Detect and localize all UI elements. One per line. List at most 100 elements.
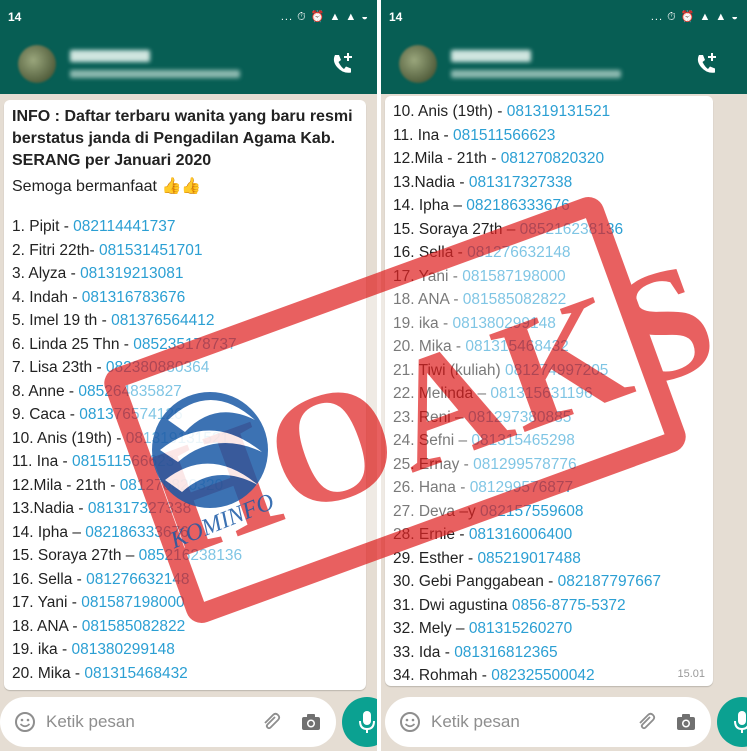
mic-icon: [359, 711, 375, 733]
contact-info[interactable]: [70, 50, 240, 78]
entry-name: 23. Reni –: [393, 408, 468, 426]
phone-number-link[interactable]: 085219017488: [477, 550, 580, 567]
phone-number-link[interactable]: 081276632148: [86, 571, 189, 588]
list-item: 32. Mely – 081315260270: [393, 617, 705, 641]
phone-number-link[interactable]: 085235178737: [133, 336, 236, 353]
mic-button[interactable]: [717, 697, 747, 747]
phone-number-link[interactable]: 081380299148: [452, 315, 555, 332]
phone-number-link[interactable]: 081317327338: [88, 500, 191, 517]
phone-number-link[interactable]: 081270820320: [120, 477, 223, 494]
message-bubble[interactable]: 10. Anis (19th) - 081319131521 11. Ina - …: [385, 96, 713, 686]
contact-avatar[interactable]: [399, 45, 437, 83]
phone-number-link[interactable]: 081585082822: [463, 291, 566, 308]
phone-number-link[interactable]: 081319131521: [507, 103, 610, 120]
status-bar: 14 ... ⏱ ⏰ ▲ ▲ ◒: [0, 0, 377, 34]
phone-number-link[interactable]: 081376564412: [111, 312, 214, 329]
entry-name: 11. Ina -: [393, 126, 454, 144]
phone-number-link[interactable]: 082114441737: [73, 218, 175, 235]
phone-number-link[interactable]: 081315260270: [469, 620, 572, 637]
list-item: 28. Ernie - 081316006400: [393, 523, 705, 547]
phone-number-link[interactable]: 081316812365: [454, 644, 557, 661]
emoji-icon[interactable]: [399, 711, 421, 733]
message-input-bar[interactable]: Ketik pesan: [0, 697, 336, 747]
phone-number-link[interactable]: 081315631196: [490, 385, 592, 402]
phone-number-link[interactable]: 081587198000: [462, 268, 565, 285]
phone-number-link[interactable]: 081531451701: [99, 242, 202, 259]
list-item: 11. Ina - 081511566623: [12, 450, 358, 474]
entry-name: 34. Rohmah -: [393, 667, 492, 684]
status-time: 14: [389, 10, 403, 24]
add-call-icon[interactable]: [693, 51, 719, 77]
thumbs-up-icon: 👍👍: [161, 178, 202, 195]
phone-number-link[interactable]: 085216238136: [520, 221, 623, 238]
phone-number-link[interactable]: 082186333676: [85, 524, 188, 541]
phone-number-link[interactable]: 081276632148: [467, 244, 570, 261]
list-item: 30. Gebi Panggabean - 082187797667: [393, 570, 705, 594]
phone-number-link[interactable]: 081587198000: [81, 594, 184, 611]
entry-name: 18. ANA -: [12, 617, 82, 635]
list-item: 16. Sella - 081276632148: [12, 568, 358, 592]
entry-name: 8. Anne -: [12, 382, 79, 400]
list-item: 8. Anne - 085264835827: [12, 380, 358, 404]
camera-icon[interactable]: [300, 711, 322, 733]
message-bubble[interactable]: INFO : Daftar terbaru wanita yang baru r…: [4, 100, 366, 690]
entry-name: 17. Yani -: [393, 267, 463, 285]
attach-icon[interactable]: [635, 711, 657, 733]
phone-number-link[interactable]: 081585082822: [82, 618, 185, 635]
entry-name: 19. ika -: [12, 641, 72, 658]
phone-number-link[interactable]: 081274997205: [505, 362, 608, 379]
list-item: 10. Anis (19th) - 081319131521: [393, 100, 705, 124]
message-input-bar[interactable]: Ketik pesan: [385, 697, 711, 747]
phone-number-link[interactable]: 082325500042: [491, 667, 594, 684]
entry-name: 12.Mila - 21th -: [12, 476, 120, 494]
phone-number-link[interactable]: 081319131521: [126, 430, 229, 447]
phone-number-link[interactable]: 081511566623: [453, 127, 555, 144]
phone-number-link[interactable]: 082187797667: [558, 573, 661, 590]
list-item: 14. Ipha – 082186333676: [393, 194, 705, 218]
attach-icon[interactable]: [260, 711, 282, 733]
phone-number-link[interactable]: 081299576877: [470, 479, 573, 496]
phone-number-link[interactable]: 081511566623: [72, 453, 174, 470]
phone-number-link[interactable]: 0856-8775-5372: [512, 597, 626, 614]
phone-number-link[interactable]: 081380299148: [71, 641, 174, 658]
entry-name: 32. Mely –: [393, 620, 469, 637]
list-item: 13.Nadia - 081317327338: [393, 171, 705, 195]
phone-number-link[interactable]: 081315468432: [84, 665, 187, 682]
list-item: 10. Anis (19th) - 081319131521: [12, 427, 358, 451]
camera-icon[interactable]: [675, 711, 697, 733]
phone-number-link[interactable]: 081315465298: [471, 432, 574, 449]
contact-name-blurred: [451, 50, 531, 62]
message-input[interactable]: Ketik pesan: [431, 712, 617, 732]
list-item: 23. Reni – 081297380885: [393, 406, 705, 430]
phone-number-link[interactable]: 081299578776: [473, 456, 576, 473]
mic-button[interactable]: [342, 697, 377, 747]
entry-name: 10. Anis (19th) -: [12, 429, 126, 447]
phone-number-link[interactable]: 081270820320: [501, 150, 604, 167]
status-icons: ... ⏱ ⏰ ▲ ▲ ◒: [280, 11, 369, 23]
phone-number-link[interactable]: 082186333676: [466, 197, 569, 214]
entry-name: 21. Tiwi (kuliah): [393, 361, 505, 379]
list-item: 12.Mila - 21th - 081270820320: [393, 147, 705, 171]
phone-number-link[interactable]: 081317327338: [469, 174, 572, 191]
phone-number-link[interactable]: 085264835827: [78, 383, 181, 400]
add-call-icon[interactable]: [329, 51, 355, 77]
list-item: 3. Alyza - 081319213081: [12, 262, 358, 286]
list-item: 16. Sella - 081276632148: [393, 241, 705, 265]
phone-number-link[interactable]: 081316006400: [469, 526, 572, 543]
phone-number-link[interactable]: 085216238136: [139, 547, 242, 564]
phone-number-link[interactable]: 081376574126: [79, 406, 182, 423]
list-item: 17. Yani - 081587198000: [393, 265, 705, 289]
phone-number-link[interactable]: 081319213081: [80, 265, 183, 282]
entry-name: 29. Esther -: [393, 549, 478, 567]
phone-number-link[interactable]: 081315468432: [465, 338, 568, 355]
list-item: 11. Ina - 081511566623: [393, 124, 705, 148]
contact-list: 1. Pipit - 082114441737 2. Fitri 22th- 08…: [12, 215, 358, 685]
contact-avatar[interactable]: [18, 45, 56, 83]
phone-number-link[interactable]: 081297380885: [468, 409, 571, 426]
phone-number-link[interactable]: 082380880364: [106, 359, 209, 376]
emoji-icon[interactable]: [14, 711, 36, 733]
phone-number-link[interactable]: 082157559608: [480, 503, 583, 520]
phone-number-link[interactable]: 081316783676: [82, 289, 185, 306]
message-input[interactable]: Ketik pesan: [46, 712, 242, 732]
contact-info[interactable]: [451, 50, 621, 78]
